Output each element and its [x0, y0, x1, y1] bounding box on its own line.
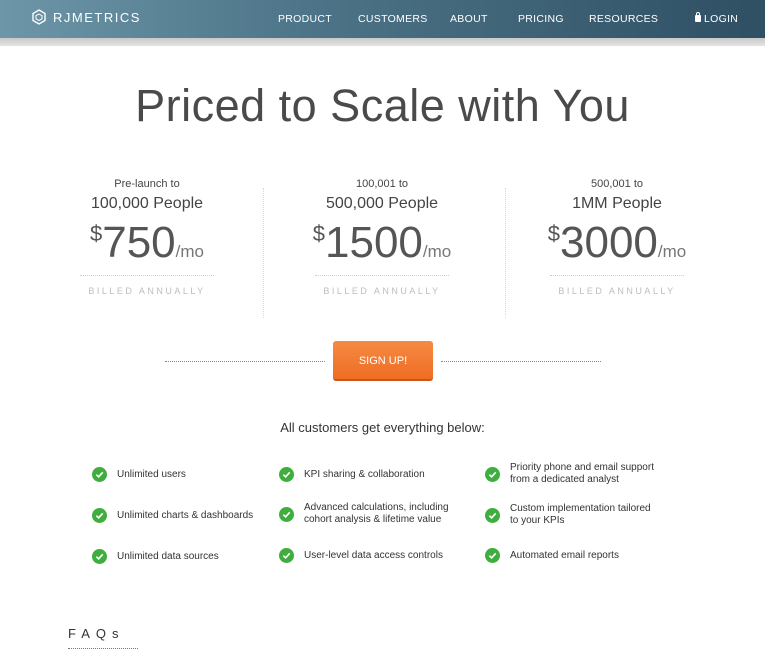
pricing-tier-2: 100,001 to 500,000 People $1500/mo BILLE… — [282, 178, 482, 296]
nav-product[interactable]: PRODUCT — [278, 13, 332, 25]
navbar-shadow — [0, 38, 765, 46]
feature-text: Unlimited users — [117, 468, 186, 480]
checkmark-icon — [92, 549, 107, 564]
tier-range-big: 500,000 People — [325, 195, 439, 212]
checkmark-icon — [485, 507, 500, 523]
feature-item: Automated email reports — [485, 548, 619, 563]
feature-text: Unlimited data sources — [117, 550, 219, 562]
billing-note: BILLED ANNUALLY — [558, 286, 676, 296]
feature-item: KPI sharing & collaboration — [279, 467, 425, 482]
tier-range-big: 100,000 People — [90, 195, 204, 212]
tier-range-small: 500,001 to — [591, 178, 643, 190]
feature-text: Advanced calculations, including cohort … — [304, 502, 449, 525]
tier-divider — [315, 275, 449, 276]
price-period: /mo — [657, 242, 687, 261]
login-link[interactable]: LOGIN — [695, 12, 739, 25]
faq-underline — [68, 648, 138, 649]
tier-range-small: 100,001 to — [356, 178, 408, 190]
checkmark-icon — [92, 508, 107, 523]
feature-item: Unlimited charts & dashboards — [92, 508, 253, 523]
feature-item: Unlimited data sources — [92, 549, 219, 564]
tier-price: $1500/mo — [282, 219, 482, 269]
page-title: Priced to Scale with You — [135, 80, 630, 131]
checkmark-icon — [92, 467, 107, 482]
feature-item: User-level data access controls — [279, 548, 443, 563]
price-period: /mo — [175, 242, 204, 261]
feature-item: Priority phone and email support from a … — [485, 462, 660, 486]
feature-text: User-level data access controls — [304, 549, 443, 561]
tier-range-big: 1MM People — [572, 195, 662, 212]
feature-text: Custom implementation tailored to your K… — [510, 503, 651, 526]
price-amount: 3000 — [560, 218, 658, 267]
feature-text: KPI sharing & collaboration — [304, 468, 425, 480]
checkmark-icon — [485, 466, 500, 482]
tier-price: $750/mo — [47, 219, 247, 269]
column-separator — [505, 188, 506, 318]
currency-symbol: $ — [547, 221, 560, 246]
checkmark-icon — [279, 467, 294, 482]
checkmark-icon — [279, 548, 294, 563]
nav-pricing[interactable]: PRICING — [518, 13, 564, 25]
price-amount: 1500 — [325, 218, 423, 267]
nav-about[interactable]: ABOUT — [450, 13, 488, 25]
nav-customers[interactable]: CUSTOMERS — [358, 13, 428, 25]
feature-item: Unlimited users — [92, 467, 186, 482]
column-separator — [263, 188, 264, 318]
faq-heading: FAQs — [68, 626, 125, 641]
brand-name: RJMETRICS — [53, 9, 141, 25]
feature-text: Priority phone and email support from a … — [510, 462, 654, 485]
feature-item: Advanced calculations, including cohort … — [279, 502, 454, 526]
hexagon-logo-icon — [32, 9, 46, 25]
tier-divider — [550, 275, 684, 276]
feature-item: Custom implementation tailored to your K… — [485, 503, 660, 527]
price-period: /mo — [422, 242, 452, 261]
tier-divider — [80, 275, 214, 276]
price-amount: 750 — [102, 218, 176, 267]
feature-text: Automated email reports — [510, 549, 619, 561]
dotted-line-left — [165, 361, 325, 362]
feature-text: Unlimited charts & dashboards — [117, 509, 254, 521]
features-heading: All customers get everything below: — [280, 420, 485, 435]
checkmark-icon — [485, 548, 500, 563]
billing-note: BILLED ANNUALLY — [88, 286, 206, 296]
nav-resources[interactable]: RESOURCES — [589, 13, 658, 25]
tier-price: $3000/mo — [517, 219, 717, 269]
pricing-tier-3: 500,001 to 1MM People $3000/mo BILLED AN… — [517, 178, 717, 296]
currency-symbol: $ — [89, 221, 103, 246]
lock-icon — [695, 12, 701, 22]
checkmark-icon — [279, 506, 294, 522]
login-label: LOGIN — [704, 13, 739, 25]
currency-symbol: $ — [312, 221, 325, 246]
brand-logo[interactable]: RJMETRICS — [31, 9, 141, 25]
top-navbar: RJMETRICS PRODUCT CUSTOMERS ABOUT PRICIN… — [0, 0, 765, 38]
pricing-tier-1: Pre-launch to 100,000 People $750/mo BIL… — [47, 178, 247, 296]
tier-range-small: Pre-launch to — [114, 178, 180, 190]
dotted-line-right — [441, 361, 601, 362]
sign-up-button[interactable]: SIGN UP! — [333, 341, 433, 381]
billing-note: BILLED ANNUALLY — [323, 286, 441, 296]
